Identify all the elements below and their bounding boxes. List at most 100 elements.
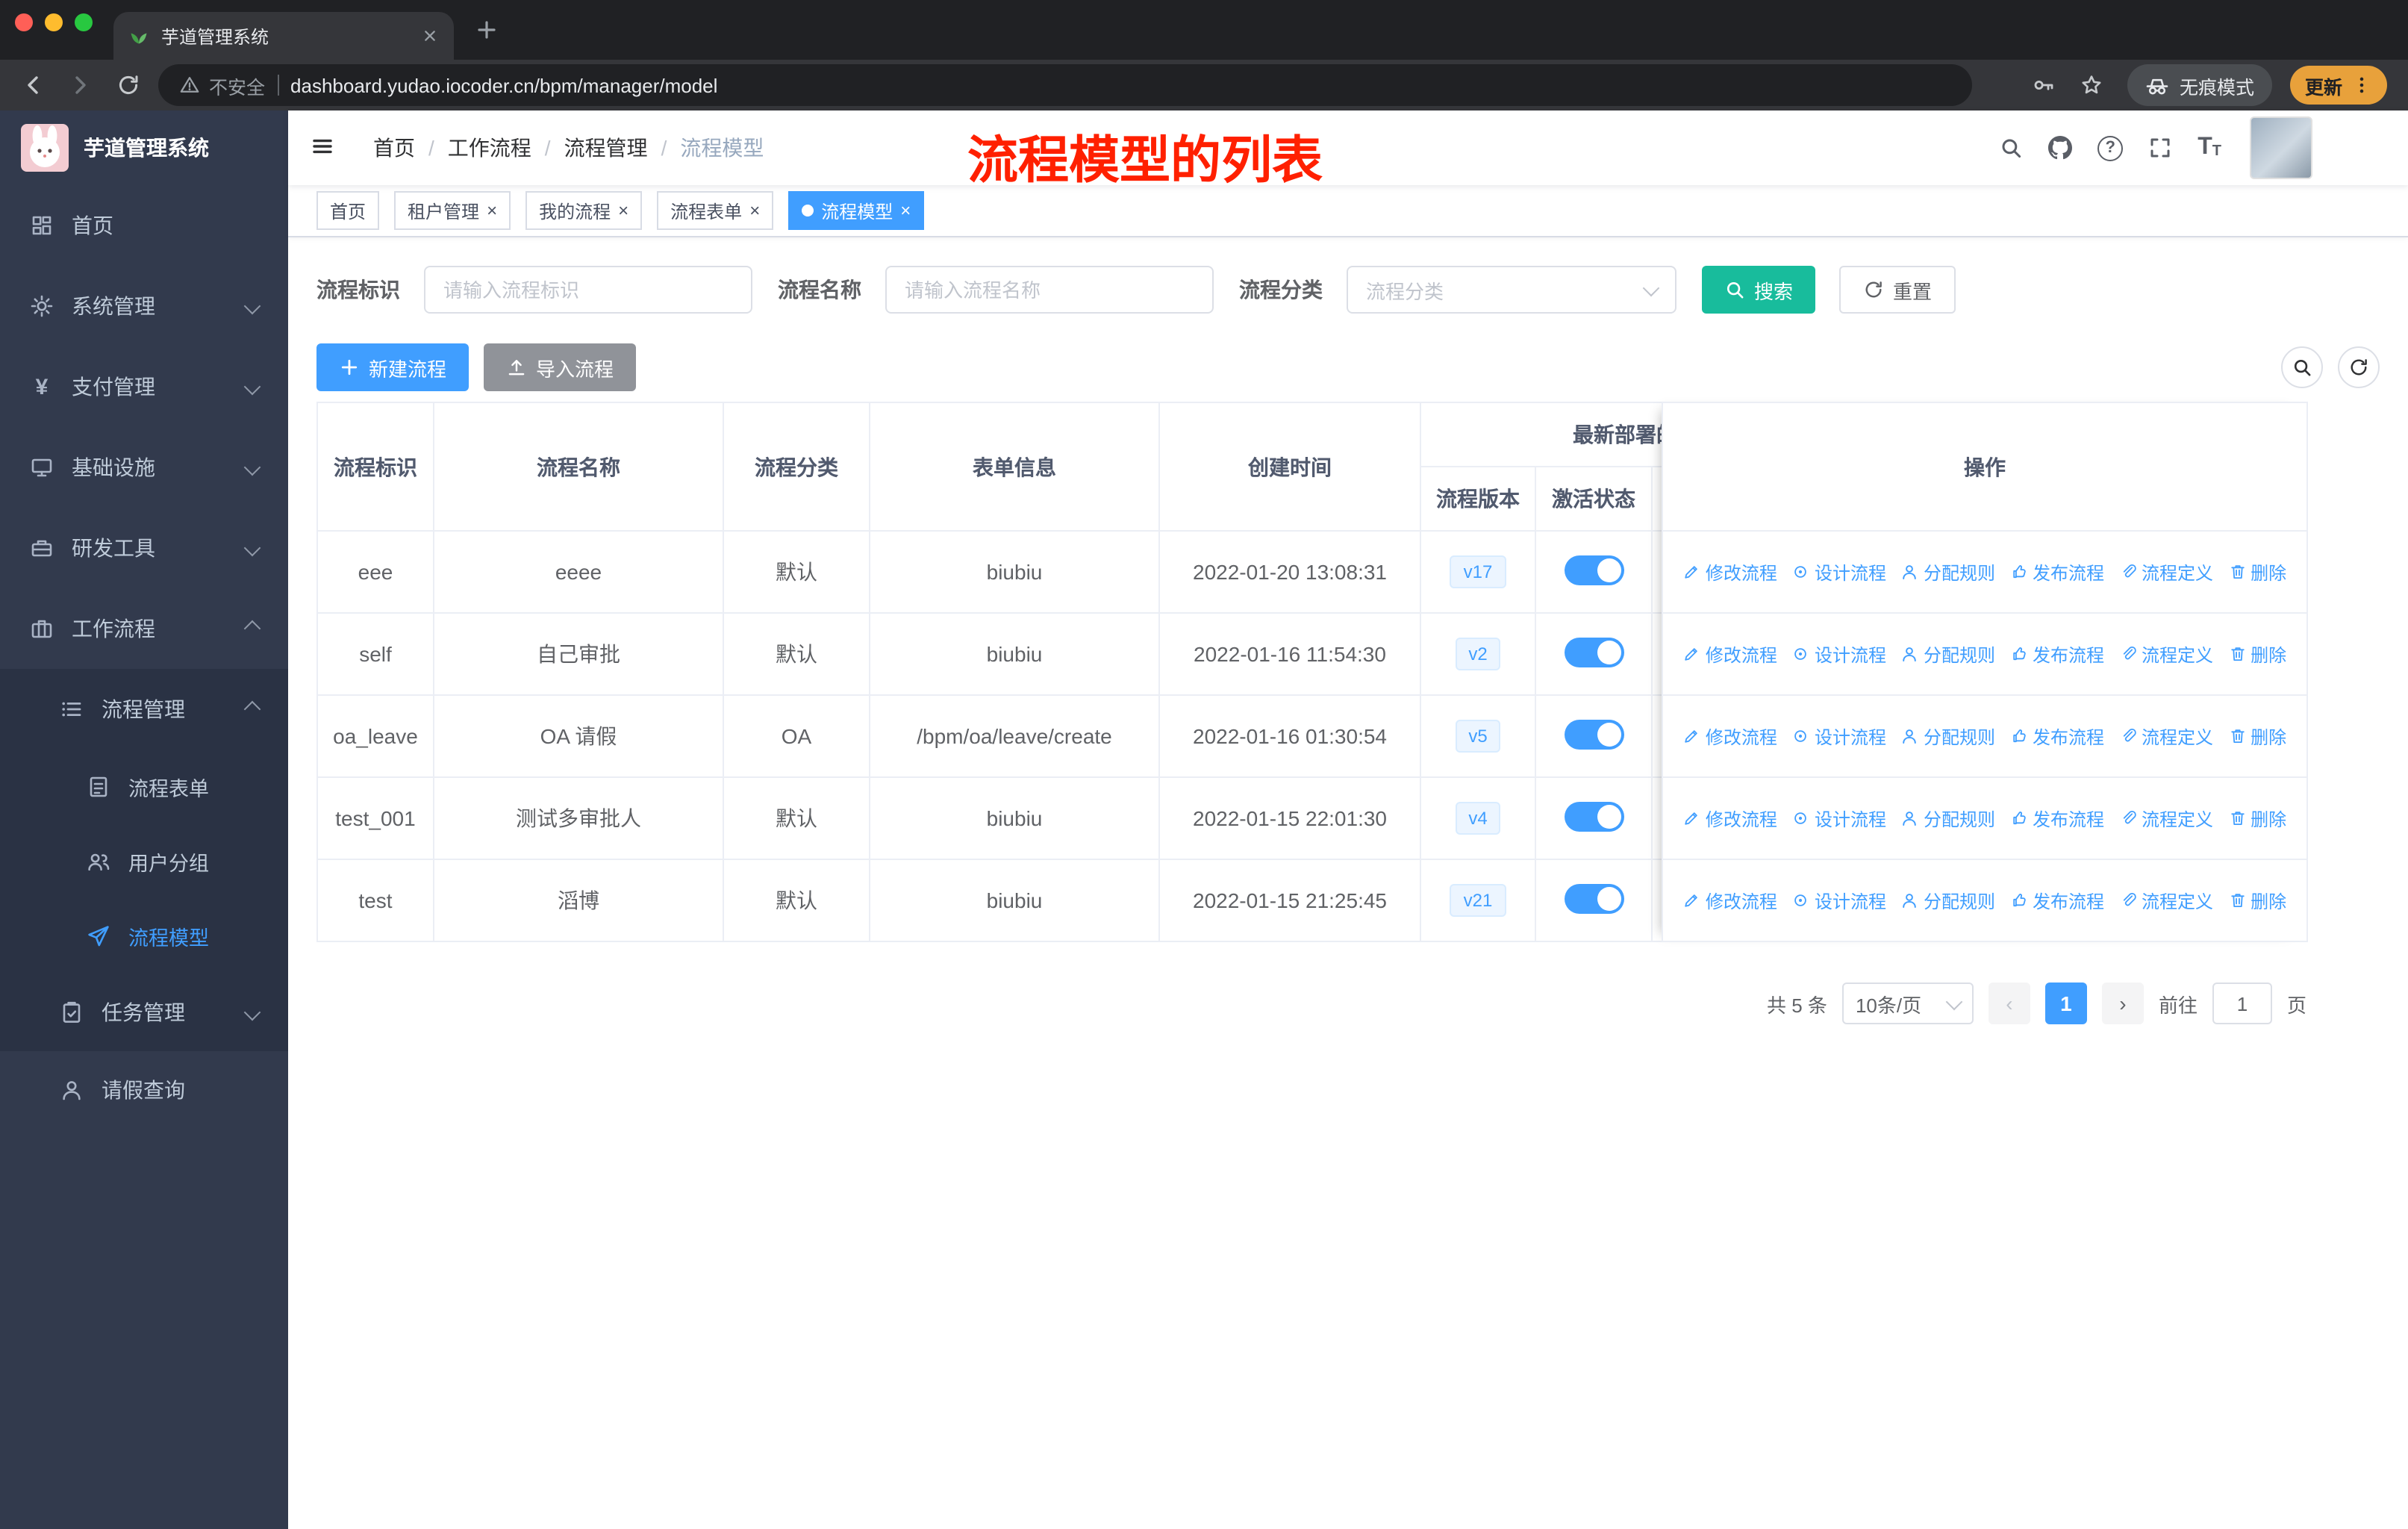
modify-process-link[interactable]: 修改流程: [1683, 806, 1777, 831]
sidebar-item-system[interactable]: 系统管理: [0, 266, 288, 346]
sidebar-item-leave-query[interactable]: 请假查询: [0, 1051, 288, 1129]
browser-menu-icon[interactable]: [2351, 75, 2372, 96]
publish-process-link[interactable]: 发布流程: [2010, 559, 2104, 585]
import-process-button[interactable]: 导入流程: [484, 343, 637, 391]
version-badge[interactable]: v4: [1455, 801, 1501, 835]
tag-my-process[interactable]: 我的流程 ×: [525, 191, 643, 230]
address-bar[interactable]: 不安全 dashboard.yudao.iocoder.cn/bpm/manag…: [158, 64, 1972, 106]
delete-link[interactable]: 删除: [2228, 806, 2286, 831]
sidebar-item-process-management[interactable]: 流程管理: [0, 669, 288, 750]
toggle-search-button[interactable]: [2281, 346, 2323, 388]
modify-process-link[interactable]: 修改流程: [1683, 559, 1777, 585]
version-badge[interactable]: v2: [1455, 637, 1501, 671]
tag-process-model[interactable]: 流程模型 ×: [788, 191, 925, 230]
avatar[interactable]: [2250, 116, 2312, 179]
design-process-link[interactable]: 设计流程: [1792, 723, 1886, 749]
github-icon[interactable]: [2048, 136, 2072, 160]
delete-link[interactable]: 删除: [2228, 723, 2286, 749]
version-badge[interactable]: v17: [1450, 555, 1506, 589]
sidebar-item-home[interactable]: 首页: [0, 185, 288, 266]
create-process-button[interactable]: 新建流程: [316, 343, 470, 391]
sidebar-item-infrastructure[interactable]: 基础设施: [0, 427, 288, 508]
form-info-link[interactable]: biubiu: [869, 776, 1160, 860]
delete-link[interactable]: 删除: [2228, 641, 2286, 667]
process-definition-link[interactable]: 流程定义: [2119, 641, 2213, 667]
close-icon[interactable]: ×: [618, 202, 628, 219]
form-info-link[interactable]: biubiu: [869, 612, 1160, 696]
new-tab-icon[interactable]: [475, 18, 499, 42]
close-icon[interactable]: ×: [749, 202, 760, 219]
password-key-icon[interactable]: [2032, 73, 2056, 97]
form-info-link[interactable]: biubiu: [869, 530, 1160, 614]
version-badge[interactable]: v21: [1450, 883, 1506, 918]
prev-page-button[interactable]: ‹: [1988, 983, 2030, 1024]
next-page-button[interactable]: ›: [2101, 983, 2144, 1024]
back-icon[interactable]: [21, 73, 45, 97]
assign-rule-link[interactable]: 分配规则: [1901, 723, 1995, 749]
design-process-link[interactable]: 设计流程: [1792, 806, 1886, 831]
form-info-link[interactable]: biubiu: [869, 859, 1160, 942]
process-definition-link[interactable]: 流程定义: [2119, 888, 2213, 913]
close-icon[interactable]: ×: [487, 202, 497, 219]
assign-rule-link[interactable]: 分配规则: [1901, 559, 1995, 585]
search-button[interactable]: 搜索: [1702, 266, 1816, 314]
process-name-link[interactable]: OA 请假: [433, 694, 724, 778]
font-size-icon[interactable]: TT: [2198, 135, 2221, 160]
publish-process-link[interactable]: 发布流程: [2010, 641, 2104, 667]
active-toggle[interactable]: [1564, 801, 1623, 831]
process-name-link[interactable]: 滔博: [433, 859, 724, 942]
sidebar-item-task-management[interactable]: 任务管理: [0, 974, 288, 1051]
sidebar-item-process-form[interactable]: 流程表单: [0, 750, 288, 824]
process-definition-link[interactable]: 流程定义: [2119, 723, 2213, 749]
design-process-link[interactable]: 设计流程: [1792, 888, 1886, 913]
page-size-select[interactable]: 10条/页: [1841, 983, 1974, 1024]
publish-process-link[interactable]: 发布流程: [2010, 888, 2104, 913]
delete-link[interactable]: 删除: [2228, 888, 2286, 913]
browser-tab[interactable]: 芋道管理系统: [113, 12, 454, 60]
modify-process-link[interactable]: 修改流程: [1683, 641, 1777, 667]
breadcrumb-home[interactable]: 首页: [373, 133, 415, 163]
search-icon[interactable]: [1999, 136, 2023, 160]
process-definition-link[interactable]: 流程定义: [2119, 806, 2213, 831]
process-name-link[interactable]: 测试多审批人: [433, 776, 724, 860]
help-icon[interactable]: ?: [2097, 135, 2124, 161]
process-name-link[interactable]: eeee: [433, 530, 724, 614]
active-toggle[interactable]: [1564, 555, 1623, 585]
bookmark-star-icon[interactable]: [2080, 73, 2103, 97]
form-info-link[interactable]: /bpm/oa/leave/create: [869, 694, 1160, 778]
fullscreen-icon[interactable]: [2148, 136, 2172, 160]
breadcrumb-workflow[interactable]: 工作流程: [448, 133, 531, 163]
process-name-input[interactable]: [885, 266, 1214, 314]
window-minimize-button[interactable]: [45, 13, 63, 31]
publish-process-link[interactable]: 发布流程: [2010, 806, 2104, 831]
update-button[interactable]: 更新: [2289, 66, 2387, 105]
sidebar-item-devtools[interactable]: 研发工具: [0, 508, 288, 588]
assign-rule-link[interactable]: 分配规则: [1901, 888, 1995, 913]
active-toggle[interactable]: [1564, 719, 1623, 749]
hamburger-icon[interactable]: [311, 134, 334, 158]
assign-rule-link[interactable]: 分配规则: [1901, 806, 1995, 831]
close-icon[interactable]: ×: [900, 202, 911, 219]
process-name-link[interactable]: 自己审批: [433, 612, 724, 696]
version-badge[interactable]: v5: [1455, 719, 1501, 753]
process-definition-link[interactable]: 流程定义: [2119, 559, 2213, 585]
reset-button[interactable]: 重置: [1839, 266, 1956, 314]
sidebar-item-workflow[interactable]: 工作流程: [0, 588, 288, 669]
sidebar-item-payment[interactable]: ¥ 支付管理: [0, 346, 288, 427]
tag-home[interactable]: 首页: [316, 191, 380, 230]
modify-process-link[interactable]: 修改流程: [1683, 888, 1777, 913]
security-chip[interactable]: 不安全: [179, 71, 265, 99]
reload-icon[interactable]: [116, 73, 140, 97]
tag-tenant[interactable]: 租户管理 ×: [394, 191, 511, 230]
sidebar-item-user-group[interactable]: 用户分组: [0, 824, 288, 899]
delete-link[interactable]: 删除: [2228, 559, 2286, 585]
publish-process-link[interactable]: 发布流程: [2010, 723, 2104, 749]
window-zoom-button[interactable]: [75, 13, 93, 31]
sidebar-logo[interactable]: 芋道管理系统: [0, 110, 288, 185]
design-process-link[interactable]: 设计流程: [1792, 641, 1886, 667]
active-toggle[interactable]: [1564, 883, 1623, 913]
goto-page-input[interactable]: [2212, 983, 2272, 1024]
page-number-button[interactable]: 1: [2044, 983, 2087, 1024]
assign-rule-link[interactable]: 分配规则: [1901, 641, 1995, 667]
process-category-select[interactable]: 流程分类: [1347, 266, 1676, 314]
